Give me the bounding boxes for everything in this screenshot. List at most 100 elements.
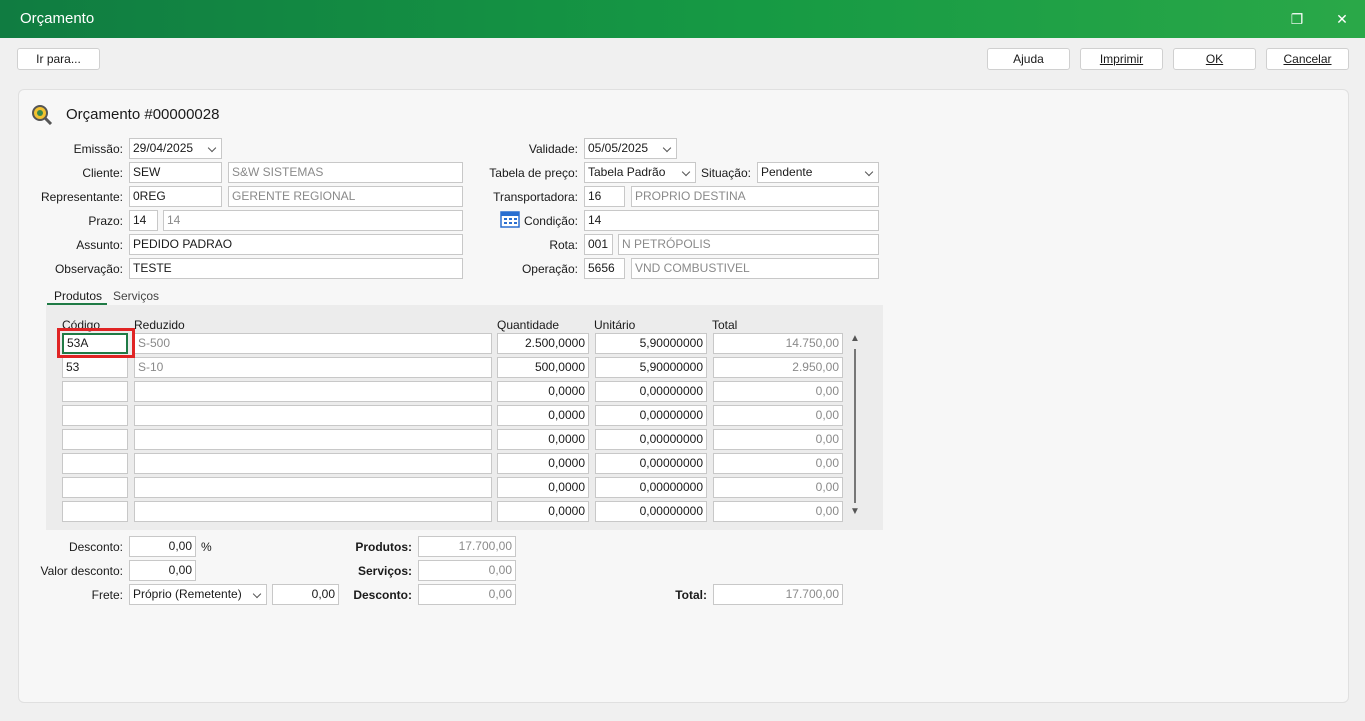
cell-reduzido: S-500	[134, 333, 492, 354]
cell-total: 2.950,00	[713, 357, 843, 378]
goto-button[interactable]: Ir para...	[17, 48, 100, 70]
cell-unitario[interactable]: 0,00000000	[595, 477, 707, 498]
emissao-date-field[interactable]: 29/04/2025	[129, 138, 222, 159]
cell-total: 0,00	[713, 453, 843, 474]
cell-codigo[interactable]	[62, 381, 128, 402]
grid-scrollbar[interactable]: ▲ ▼	[848, 333, 862, 522]
desconto-total-field: 0,00	[418, 584, 516, 605]
cell-codigo[interactable]	[62, 429, 128, 450]
cell-reduzido	[134, 477, 492, 498]
observacao-field[interactable]: TESTE	[129, 258, 463, 279]
operacao-name-field: VND COMBUSTIVEL	[631, 258, 879, 279]
assunto-field[interactable]: PEDIDO PADRAO	[129, 234, 463, 255]
tab-produtos[interactable]: Produtos	[54, 289, 102, 303]
prazo-code-field[interactable]: 14	[129, 210, 158, 231]
cell-quantidade[interactable]: 2.500,0000	[497, 333, 589, 354]
frete-value-field[interactable]: 0,00	[272, 584, 339, 605]
desconto-field[interactable]: 0,00	[129, 536, 196, 557]
cell-quantidade[interactable]: 0,0000	[497, 405, 589, 426]
cell-unitario[interactable]: 0,00000000	[595, 501, 707, 522]
cell-codigo[interactable]: 53	[62, 357, 128, 378]
operacao-label: Operação:	[521, 262, 578, 276]
desconto-total-label: Desconto:	[353, 588, 412, 602]
scroll-up-icon[interactable]: ▲	[850, 333, 860, 344]
tabela-preco-select[interactable]: Tabela Padrão	[584, 162, 696, 183]
tabela-preco-label: Tabela de preço:	[489, 166, 578, 180]
col-header-unitario[interactable]: Unitário	[594, 318, 635, 332]
transportadora-label: Transportadora:	[493, 190, 578, 204]
produtos-total-field: 17.700,00	[418, 536, 516, 557]
col-header-quantidade[interactable]: Quantidade	[497, 318, 559, 332]
cell-reduzido	[134, 429, 492, 450]
close-icon[interactable]: ✕	[1331, 8, 1353, 30]
cell-total: 0,00	[713, 501, 843, 522]
tab-servicos[interactable]: Serviços	[113, 289, 159, 303]
cell-codigo[interactable]	[62, 453, 128, 474]
rota-code-field[interactable]: 001	[584, 234, 613, 255]
valor-desconto-field[interactable]: 0,00	[129, 560, 196, 581]
help-button[interactable]: Ajuda	[987, 48, 1070, 70]
prazo-desc-field: 14	[163, 210, 463, 231]
frete-label: Frete:	[91, 588, 123, 602]
valor-desconto-label: Valor desconto:	[40, 564, 124, 578]
cell-quantidade[interactable]: 0,0000	[497, 453, 589, 474]
cell-quantidade[interactable]: 0,0000	[497, 477, 589, 498]
restore-icon[interactable]: ❐	[1286, 8, 1308, 30]
situacao-select[interactable]: Pendente	[757, 162, 879, 183]
col-header-total[interactable]: Total	[712, 318, 737, 332]
scroll-down-icon[interactable]: ▼	[850, 506, 860, 517]
cell-unitario[interactable]: 0,00000000	[595, 453, 707, 474]
servicos-total-label: Serviços:	[357, 564, 412, 578]
observacao-label: Observação:	[54, 262, 123, 276]
condicao-label: Condição:	[523, 214, 578, 228]
cell-codigo[interactable]	[62, 405, 128, 426]
ok-button[interactable]: OK	[1173, 48, 1256, 70]
transportadora-code-field[interactable]: 16	[584, 186, 625, 207]
scroll-thumb[interactable]	[854, 349, 856, 503]
representante-name-field: GERENTE REGIONAL	[228, 186, 463, 207]
rota-name-field: N PETRÓPOLIS	[618, 234, 879, 255]
highlight-box	[57, 328, 135, 358]
cell-total: 14.750,00	[713, 333, 843, 354]
cancel-button[interactable]: Cancelar	[1266, 48, 1349, 70]
magnifier-icon	[32, 105, 53, 125]
cell-quantidade[interactable]: 0,0000	[497, 381, 589, 402]
cell-codigo[interactable]	[62, 477, 128, 498]
frete-select[interactable]: Próprio (Remetente)	[129, 584, 267, 605]
cell-total: 0,00	[713, 477, 843, 498]
cell-reduzido	[134, 501, 492, 522]
cell-codigo[interactable]	[62, 501, 128, 522]
page-title: Orçamento #00000028	[66, 106, 220, 123]
validade-date-field[interactable]: 05/05/2025	[584, 138, 677, 159]
cliente-code-field[interactable]: SEW	[129, 162, 222, 183]
cell-total: 0,00	[713, 429, 843, 450]
situacao-label: Situação:	[700, 166, 751, 180]
produtos-total-label: Produtos:	[355, 540, 412, 554]
col-header-reduzido[interactable]: Reduzido	[134, 318, 185, 332]
cliente-label: Cliente:	[82, 166, 123, 180]
print-button[interactable]: Imprimir	[1080, 48, 1163, 70]
representante-code-field[interactable]: 0REG	[129, 186, 222, 207]
desconto-label: Desconto:	[68, 540, 123, 554]
assunto-label: Assunto:	[76, 238, 123, 252]
emissao-label: Emissão:	[73, 142, 123, 156]
cell-total: 0,00	[713, 381, 843, 402]
calendar-icon[interactable]	[500, 210, 520, 228]
cell-quantidade[interactable]: 500,0000	[497, 357, 589, 378]
cell-quantidade[interactable]: 0,0000	[497, 501, 589, 522]
cell-unitario[interactable]: 5,90000000	[595, 333, 707, 354]
condicao-field[interactable]: 14	[584, 210, 879, 231]
cell-total: 0,00	[713, 405, 843, 426]
operacao-code-field[interactable]: 5656	[584, 258, 625, 279]
cell-unitario[interactable]: 0,00000000	[595, 405, 707, 426]
cell-quantidade[interactable]: 0,0000	[497, 429, 589, 450]
title-bar: Orçamento ❐ ✕	[0, 0, 1365, 38]
cell-unitario[interactable]: 5,90000000	[595, 357, 707, 378]
cell-unitario[interactable]: 0,00000000	[595, 381, 707, 402]
grand-total-field: 17.700,00	[713, 584, 843, 605]
representante-label: Representante:	[40, 190, 123, 204]
cell-reduzido	[134, 453, 492, 474]
cell-unitario[interactable]: 0,00000000	[595, 429, 707, 450]
servicos-total-field: 0,00	[418, 560, 516, 581]
cell-reduzido	[134, 405, 492, 426]
